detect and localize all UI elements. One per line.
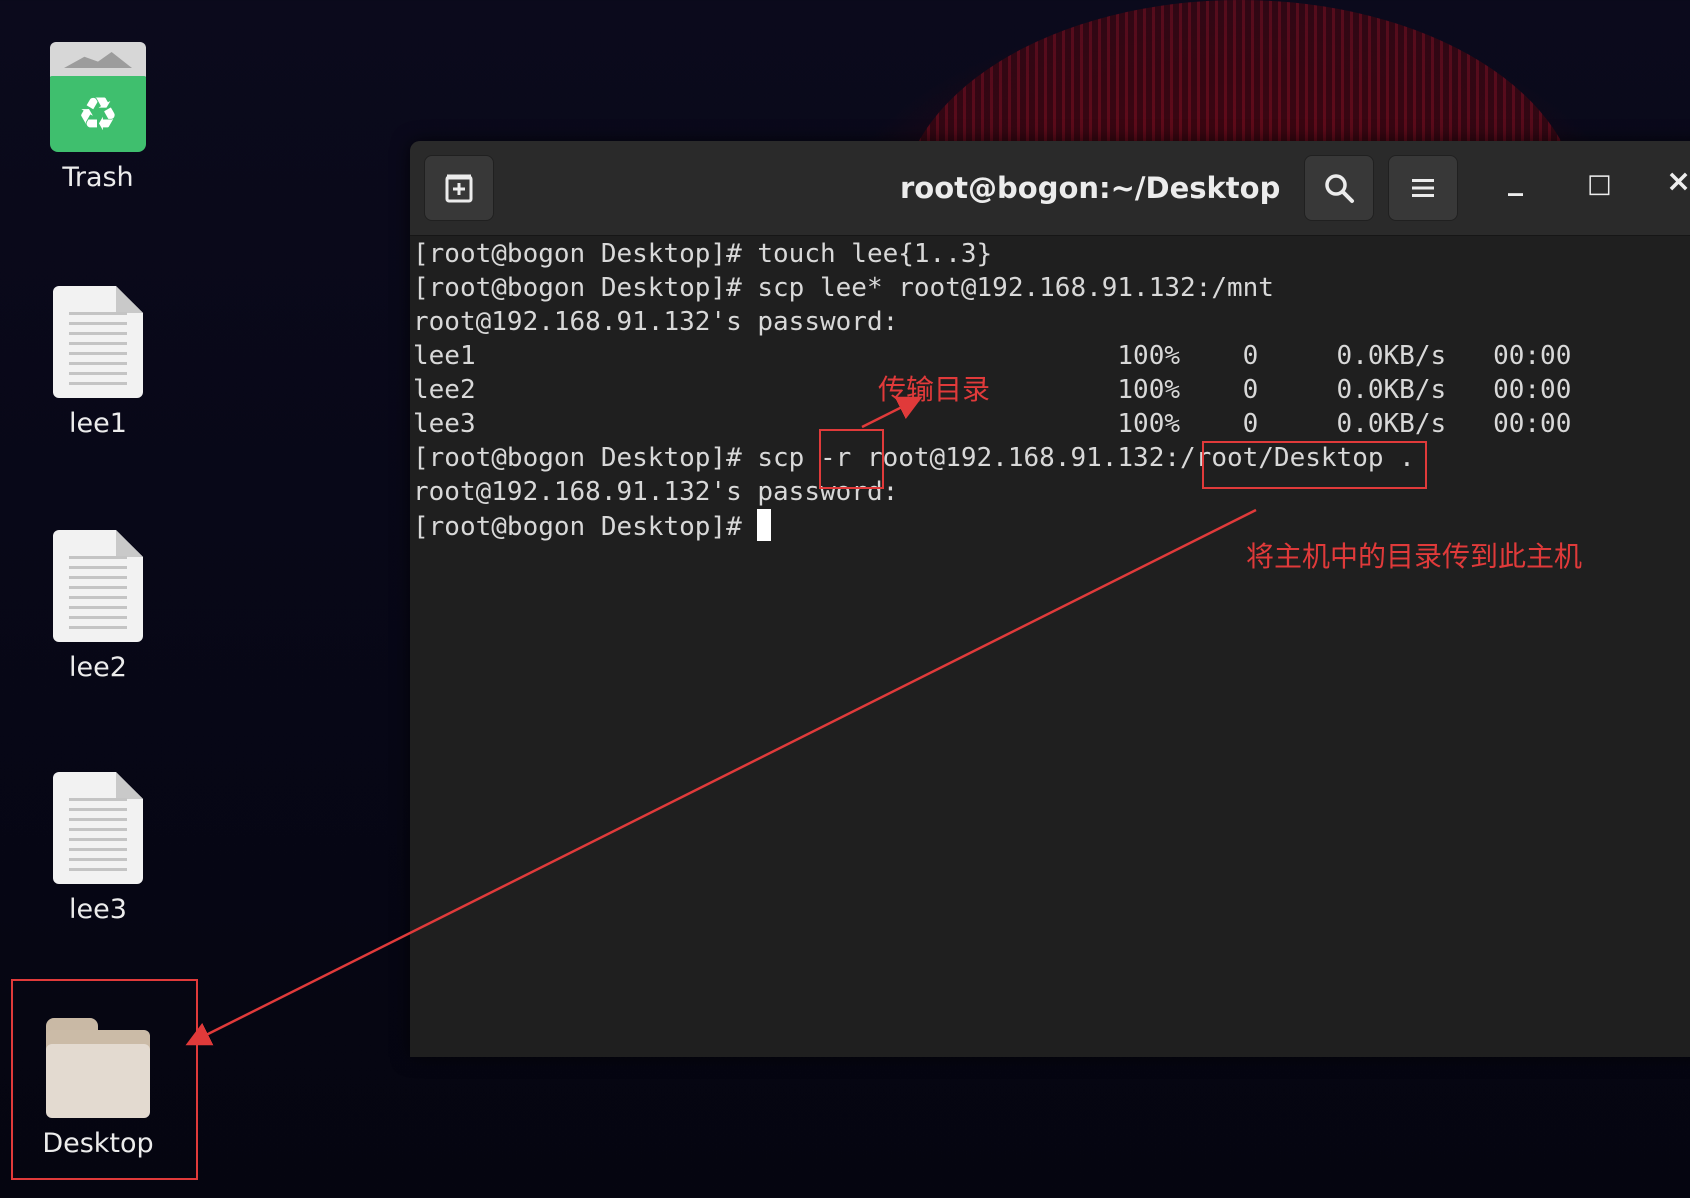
- arrow-to-transfer-label: [861, 396, 923, 429]
- annotation-arrows: [185, 396, 1257, 1046]
- arrow-to-desktop-folder: [185, 508, 1257, 1046]
